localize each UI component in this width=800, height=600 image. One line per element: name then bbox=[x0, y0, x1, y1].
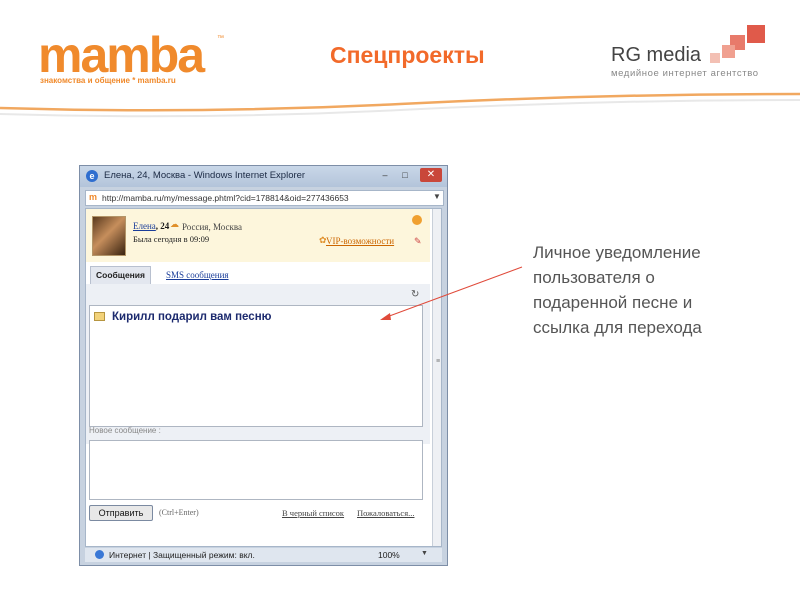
vip-link[interactable]: VIP-возможности bbox=[326, 236, 394, 246]
edit-icon[interactable]: ✎ bbox=[414, 236, 422, 247]
send-button[interactable]: Отправить bbox=[89, 505, 153, 521]
address-bar[interactable]: m http://mamba.ru/my/message.phtml?cid=1… bbox=[85, 190, 444, 206]
gift-notification-message[interactable]: Кирилл подарил вам песню bbox=[112, 311, 271, 323]
status-circle-icon[interactable] bbox=[412, 215, 422, 225]
site-favicon-icon: m bbox=[89, 192, 98, 202]
new-message-label: Новое сообщение : bbox=[89, 426, 161, 435]
maximize-button[interactable]: □ bbox=[398, 169, 412, 181]
zoom-dropdown-icon[interactable]: ▼ bbox=[421, 550, 428, 557]
rg-media-title: RG media bbox=[611, 44, 702, 66]
envelope-icon bbox=[94, 312, 105, 321]
profile-name: Елена, 24 bbox=[133, 221, 169, 231]
header-swoosh bbox=[0, 92, 800, 118]
ie-icon: e bbox=[86, 170, 98, 182]
browser-window: e Елена, 24, Москва - Windows Internet E… bbox=[79, 165, 448, 566]
scroll-grip[interactable]: ≡ bbox=[434, 357, 441, 367]
profile-location: Россия, Москва bbox=[182, 222, 242, 232]
complain-link[interactable]: Пожаловаться... bbox=[357, 508, 415, 518]
window-title: Елена, 24, Москва - Windows Internet Exp… bbox=[104, 170, 306, 181]
globe-icon bbox=[95, 550, 104, 559]
status-text: Интернет | Защищенный режим: вкл. bbox=[109, 550, 255, 560]
new-message-input[interactable] bbox=[89, 440, 423, 500]
page-title: Спецпроекты bbox=[330, 42, 485, 68]
location-icon: ☁ bbox=[170, 219, 179, 229]
annotation-arrow bbox=[380, 266, 523, 320]
profile-last-seen: Была сегодня в 09:09 bbox=[133, 234, 210, 244]
logo-trademark: ™ bbox=[217, 35, 224, 42]
close-button[interactable]: ✕ bbox=[420, 168, 442, 182]
window-titlebar: e Елена, 24, Москва - Windows Internet E… bbox=[80, 166, 447, 187]
address-dropdown-icon[interactable]: ▼ bbox=[433, 192, 441, 201]
address-text[interactable]: http://mamba.ru/my/message.phtml?cid=178… bbox=[102, 193, 349, 203]
zoom-level[interactable]: 100% bbox=[378, 550, 400, 560]
avatar[interactable] bbox=[92, 216, 126, 256]
minimize-button[interactable]: – bbox=[378, 169, 392, 181]
send-hint: (Ctrl+Enter) bbox=[159, 508, 199, 517]
mamba-logo: mamba bbox=[38, 27, 205, 83]
profile-name-link[interactable]: Елена bbox=[133, 221, 156, 231]
tab-sms[interactable]: SMS сообщения bbox=[166, 270, 229, 280]
status-bar: Интернет | Защищенный режим: вкл. 100% ▼ bbox=[85, 548, 442, 562]
profile-age: , 24 bbox=[155, 221, 170, 231]
tab-messages[interactable]: Сообщения bbox=[90, 266, 151, 285]
rg-media-subtitle: медийное интернет агентство bbox=[611, 68, 759, 79]
annotation-text: Личное уведомление пользователя о подаре… bbox=[533, 243, 702, 337]
blacklist-link[interactable]: В черный список bbox=[282, 508, 344, 518]
